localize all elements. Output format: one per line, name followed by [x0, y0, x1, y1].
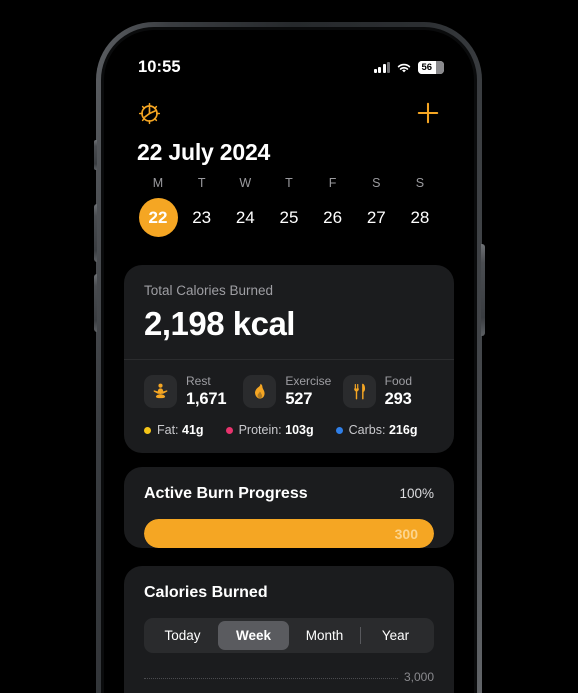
meditation-icon	[144, 375, 177, 408]
week-day-label: F	[328, 176, 337, 190]
add-entry-button[interactable]	[415, 100, 441, 129]
tab-week[interactable]: Week	[218, 621, 289, 650]
active-burn-progress-header: Active Burn Progress 100%	[144, 485, 434, 503]
calories-burned-chart-card: Calories Burned Today Week Month Year 3,…	[124, 566, 454, 693]
active-burn-progress-value: 300	[394, 525, 418, 542]
total-calories-label: Total Calories Burned	[144, 283, 274, 298]
week-day-label: S	[372, 176, 381, 190]
macro-carbs-value: 216g	[388, 423, 418, 437]
gear-icon	[137, 101, 162, 129]
week-day-number: 28	[410, 208, 430, 227]
plus-icon	[415, 100, 441, 129]
mute-switch-button[interactable]	[94, 140, 97, 170]
wifi-icon	[396, 61, 412, 73]
app-content: 22 July 2024 M 22 T 23 W 24 T 25 F 26 S …	[104, 86, 474, 693]
status-bar-time: 10:55	[138, 57, 181, 76]
week-day-number: 27	[366, 208, 386, 227]
chart-gridline-3000	[144, 678, 434, 679]
settings-button[interactable]	[137, 101, 162, 129]
chart-gridline-label: 3,000	[398, 670, 434, 684]
active-burn-progress-title: Active Burn Progress	[144, 485, 308, 502]
macro-carbs-label: Carbs:	[348, 423, 386, 437]
macro-protein-label: Protein:	[238, 423, 282, 437]
active-burn-progress-percent: 100%	[399, 486, 434, 501]
tab-today[interactable]: Today	[147, 621, 218, 650]
stat-food-value: 293	[384, 390, 412, 408]
active-burn-progress-card: Active Burn Progress 100% 300	[124, 467, 454, 548]
calories-burned-title: Calories Burned	[144, 584, 268, 601]
stat-rest-label: Rest	[186, 374, 211, 388]
week-day-item-27[interactable]: S 27	[355, 176, 397, 237]
volume-down-button[interactable]	[93, 274, 97, 332]
week-day-label: T	[197, 176, 206, 190]
week-day-number: 26	[323, 208, 343, 227]
macro-fat-label: Fat:	[157, 423, 179, 437]
fat-color-dot	[144, 426, 151, 434]
tab-month[interactable]: Month	[289, 621, 360, 650]
flame-icon	[243, 375, 277, 408]
week-day-item-23[interactable]: T 23	[181, 176, 223, 237]
phone-bezel: 10:55 56 22 July 2024 M 22 T 23 W 24 T 2…	[101, 27, 477, 693]
macro-fat-value: 41g	[182, 423, 204, 437]
carbs-color-dot	[335, 426, 343, 434]
active-burn-progress-bar: 300	[144, 519, 434, 548]
week-day-item-24[interactable]: W 24	[224, 176, 266, 237]
macro-protein-value: 103g	[285, 423, 314, 437]
stat-food-label: Food	[384, 374, 413, 388]
macro-protein-text: Protein: 103g	[239, 423, 314, 437]
macro-fat: Fat: 41g	[144, 423, 204, 437]
stat-rest-value: 1,671	[186, 390, 227, 408]
calorie-breakdown-row: Rest 1,671 Exercise 527 Food 293	[124, 360, 454, 409]
volume-up-button[interactable]	[93, 204, 97, 262]
macro-carbs: Carbs: 216g	[335, 423, 418, 437]
dynamic-island	[235, 39, 343, 69]
battery-level-label: 56	[421, 61, 433, 73]
stat-exercise[interactable]: Exercise 527	[243, 374, 334, 409]
app-top-bar	[117, 86, 461, 135]
stat-exercise-label: Exercise	[285, 374, 332, 388]
week-day-label: M	[152, 176, 164, 190]
total-calories-header: Total Calories Burned 2,198 kcal	[124, 265, 454, 343]
stat-rest-text: Rest 1,671	[186, 374, 226, 409]
stat-exercise-text: Exercise 527	[285, 374, 331, 409]
calories-burned-chart-body: Calories Burned Today Week Month Year 3,…	[124, 566, 454, 693]
phone-frame: 10:55 56 22 July 2024 M 22 T 23 W 24 T 2…	[93, 22, 485, 693]
active-burn-progress-fill: 300	[144, 519, 434, 548]
week-day-number: 25	[279, 208, 299, 227]
phone-screen: 10:55 56 22 July 2024 M 22 T 23 W 24 T 2…	[104, 30, 474, 693]
week-day-item-26[interactable]: F 26	[312, 176, 354, 237]
stat-rest[interactable]: Rest 1,671	[144, 374, 235, 409]
stat-exercise-value: 527	[285, 390, 313, 408]
week-day-number: 22	[138, 198, 178, 237]
total-calories-value: 2,198 kcal	[144, 305, 295, 342]
week-day-label: W	[239, 176, 252, 190]
week-day-number: 24	[235, 208, 255, 227]
week-day-label: T	[285, 176, 293, 190]
week-day-item-22[interactable]: M 22	[137, 176, 179, 237]
macro-carbs-text: Carbs: 216g	[349, 423, 418, 437]
week-day-label: S	[415, 176, 425, 190]
week-day-item-25[interactable]: T 25	[268, 176, 310, 237]
tab-year[interactable]: Year	[360, 621, 431, 650]
total-calories-card: Total Calories Burned 2,198 kcal Rest 1,…	[124, 265, 454, 453]
fork-knife-icon	[342, 375, 376, 408]
battery-icon: 56	[418, 60, 444, 74]
week-day-selector: M 22 T 23 W 24 T 25 F 26 S 27 S 28	[117, 166, 461, 237]
calories-burned-chart-plot: 3,000	[144, 669, 434, 693]
screenshot-stage: 10:55 56 22 July 2024 M 22 T 23 W 24 T 2…	[0, 0, 578, 693]
chart-range-segmented-control: Today Week Month Year	[144, 618, 434, 653]
active-burn-progress-body: Active Burn Progress 100% 300	[124, 467, 454, 548]
macro-fat-text: Fat: 41g	[157, 423, 204, 437]
macro-protein: Protein: 103g	[225, 423, 314, 437]
week-day-number: 23	[192, 208, 212, 227]
macros-row: Fat: 41g Protein: 103g Carbs: 216g	[124, 409, 454, 453]
page-title: 22 July 2024	[137, 139, 271, 165]
week-day-item-28[interactable]: S 28	[399, 176, 441, 237]
stat-food-text: Food 293	[385, 374, 412, 409]
stat-food[interactable]: Food 293	[342, 374, 434, 409]
cellular-signal-icon	[373, 61, 390, 73]
protein-color-dot	[225, 426, 233, 434]
power-button[interactable]	[481, 244, 485, 336]
status-bar-indicators: 56	[373, 60, 444, 74]
